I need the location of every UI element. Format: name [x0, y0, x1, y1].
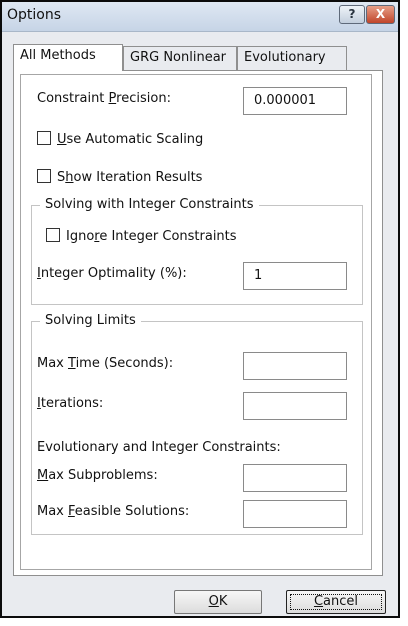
all-methods-content: Constraint Precision: 0.000001 Use Autom…	[20, 74, 372, 570]
solving-limits-group-title: Solving Limits	[40, 313, 141, 328]
ignore-integer-constraints-checkbox[interactable]: Ignore Integer Constraints	[46, 228, 237, 244]
max-time-label: Max Time (Seconds):	[37, 356, 174, 371]
cancel-button[interactable]: Cancel	[286, 590, 386, 614]
tab-all-methods[interactable]: All Methods	[13, 44, 123, 71]
integer-constraints-group-title: Solving with Integer Constraints	[40, 197, 259, 212]
close-icon: X	[375, 7, 386, 21]
tab-all-methods-label: All Methods	[20, 48, 96, 63]
close-button[interactable]: X	[366, 5, 395, 24]
ok-button[interactable]: OK	[174, 590, 262, 614]
max-feasible-solutions-input[interactable]	[243, 500, 347, 528]
title-bar[interactable]: Options ? X	[2, 2, 398, 32]
help-icon: ?	[348, 7, 356, 21]
max-subproblems-label: Max Subproblems:	[37, 468, 158, 483]
solving-limits-group: Solving Limits Max Time (Seconds): Itera…	[31, 313, 363, 535]
use-automatic-scaling-checkbox[interactable]: Use Automatic Scaling	[37, 131, 203, 147]
tab-evolutionary-label: Evolutionary	[244, 50, 326, 65]
tab-grg-nonlinear[interactable]: GRG Nonlinear	[123, 46, 237, 70]
max-time-input[interactable]	[243, 352, 347, 380]
integer-optimality-input[interactable]: 1	[243, 262, 347, 290]
iterations-label: Iterations:	[37, 396, 104, 411]
tab-grg-nonlinear-label: GRG Nonlinear	[130, 50, 227, 65]
integer-optimality-label: Integer Optimality (%):	[37, 266, 187, 281]
tab-evolutionary[interactable]: Evolutionary	[237, 46, 347, 70]
iterations-input[interactable]	[243, 392, 347, 420]
show-iteration-results-box[interactable]	[37, 169, 51, 183]
use-automatic-scaling-box[interactable]	[37, 131, 51, 145]
cancel-button-label: Cancel	[313, 594, 359, 609]
show-iteration-results-label: Show Iteration Results	[57, 170, 203, 185]
show-iteration-results-checkbox[interactable]: Show Iteration Results	[37, 169, 202, 185]
window-title: Options	[7, 7, 62, 23]
ignore-integer-constraints-box[interactable]	[46, 228, 60, 242]
evolutionary-integer-heading: Evolutionary and Integer Constraints:	[37, 440, 281, 455]
ok-button-label: OK	[208, 594, 228, 609]
ignore-integer-constraints-label: Ignore Integer Constraints	[66, 229, 237, 244]
max-subproblems-input[interactable]	[243, 464, 347, 492]
constraint-precision-label: Constraint Precision:	[37, 91, 171, 106]
max-feasible-solutions-label: Max Feasible Solutions:	[37, 504, 190, 519]
help-button[interactable]: ?	[339, 5, 365, 24]
integer-constraints-group: Solving with Integer Constraints Ignore …	[31, 197, 363, 305]
constraint-precision-input[interactable]: 0.000001	[243, 87, 347, 115]
use-automatic-scaling-label: Use Automatic Scaling	[57, 132, 204, 147]
